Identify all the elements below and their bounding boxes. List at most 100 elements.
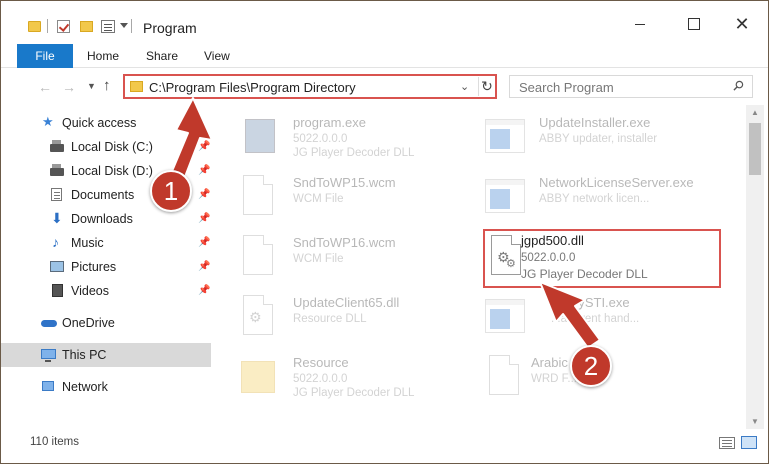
folder-icon (239, 355, 275, 399)
file-name: ...yySTI.exe (561, 295, 630, 310)
tab-file[interactable]: File (17, 44, 73, 68)
status-bar: 110 items (1, 431, 768, 455)
file-item[interactable]: UpdateInstaller.exe ABBY updater, instal… (465, 109, 715, 167)
folder-icon (130, 81, 143, 92)
file-name: NetworkLicenseServer.exe (539, 175, 694, 190)
file-description: JG Player Decoder DLL (293, 147, 415, 159)
file-name: Arabic (531, 355, 568, 370)
pin-icon[interactable]: 📌 (198, 237, 210, 248)
search-placeholder: Search Program (519, 80, 614, 95)
file-detail: ...ai event hand... (551, 313, 640, 325)
sidebar-item-quick-access[interactable]: ★ Quick access (1, 111, 211, 135)
file-item[interactable]: SndToWP15.wcm WCM File (219, 169, 469, 227)
properties-check-icon[interactable] (57, 20, 70, 33)
sidebar-item-this-pc[interactable]: This PC (1, 343, 211, 367)
search-box[interactable]: Search Program (509, 75, 753, 98)
up-arrow-icon[interactable]: ↑ (103, 77, 111, 94)
downloads-icon: ⬇ (51, 210, 63, 226)
refresh-icon[interactable]: ↻ (478, 77, 495, 96)
folder-icon (28, 21, 41, 32)
minimize-button[interactable] (617, 9, 663, 39)
sidebar-item-local-disk-c[interactable]: Local Disk (C:) 📌 (1, 135, 211, 159)
search-icon[interactable] (733, 80, 744, 91)
sidebar-item-videos[interactable]: Videos 📌 (1, 279, 211, 303)
address-path[interactable]: C:\Program Files\Program Directory (149, 80, 356, 95)
file-list: program.exe 5022.0.0.0 JG Player Decoder… (213, 105, 746, 429)
document-icon (239, 235, 275, 279)
document-icon (239, 175, 275, 219)
scroll-down-icon[interactable]: ▼ (751, 417, 759, 426)
new-folder-icon[interactable] (80, 21, 93, 32)
file-name: jgpd500.dll (521, 233, 584, 248)
pin-icon[interactable]: 📌 (198, 213, 210, 224)
pin-icon[interactable]: 📌 (198, 261, 210, 272)
recent-locations-chevron-icon[interactable]: ▼ (87, 81, 96, 91)
file-name: SndToWP16.wcm (293, 235, 396, 250)
address-bar[interactable]: C:\Program Files\Program Directory ⌄ ↻ (123, 74, 497, 99)
cloud-icon (41, 320, 57, 327)
address-dropdown-chevron-icon[interactable]: ⌄ (460, 80, 469, 93)
file-item[interactable]: Resource 5022.0.0.0 JG Player Decoder DL… (219, 349, 469, 407)
tab-home[interactable]: Home (87, 49, 119, 63)
forward-arrow-icon[interactable]: → (62, 79, 76, 95)
file-detail: ABBY updater, installer (539, 133, 658, 145)
pictures-icon (50, 261, 64, 272)
large-icons-view-icon[interactable] (741, 436, 757, 449)
scrollbar-thumb[interactable] (749, 123, 761, 175)
sidebar-item-label: This PC (62, 348, 107, 362)
details-view-icon[interactable] (719, 437, 735, 449)
pin-icon[interactable]: 📌 (198, 285, 210, 296)
document-icon (485, 355, 521, 399)
app-window-icon (485, 175, 525, 219)
item-count: 110 items (30, 436, 80, 448)
pin-icon[interactable]: 📌 (198, 189, 210, 200)
callout-step-1: 1 (150, 170, 192, 212)
file-description: JG Player Decoder DLL (293, 387, 415, 399)
pin-icon[interactable]: 📌 (198, 165, 210, 176)
divider (131, 19, 132, 33)
sidebar-item-label: Videos (71, 284, 109, 298)
sidebar-item-downloads[interactable]: ⬇ Downloads 📌 (1, 207, 211, 231)
file-item[interactable]: NetworkLicenseServer.exe ABBY network li… (465, 169, 715, 227)
drive-icon (50, 140, 64, 152)
file-item-jgpd500-dll[interactable]: ⚙ ⚙ jgpd500.dll 5022.0.0.0 JG Player Deco… (465, 229, 715, 287)
sidebar-item-label: Local Disk (D:) (71, 164, 153, 178)
file-name: UpdateInstaller.exe (539, 115, 651, 130)
vertical-scrollbar[interactable]: ▲ ▼ (746, 105, 764, 429)
window-title: Program (143, 20, 197, 36)
app-window-icon (485, 295, 525, 339)
sidebar-item-music[interactable]: ♪ Music 📌 (1, 231, 211, 255)
properties-icon[interactable] (101, 20, 115, 33)
navigation-bar: ← → ▼ ↑ C:\Program Files\Program Directo… (1, 70, 768, 102)
dll-gear-icon: ⚙ (239, 295, 275, 339)
sidebar-item-label: Network (62, 380, 108, 394)
scroll-up-icon[interactable]: ▲ (751, 108, 759, 117)
navigation-pane: ★ Quick access Local Disk (C:) 📌 Local D… (1, 105, 213, 429)
divider (47, 19, 48, 33)
close-button[interactable]: ✕ (719, 9, 765, 39)
file-detail: WCM File (293, 193, 344, 205)
file-item[interactable]: SndToWP16.wcm WCM File (219, 229, 469, 287)
customize-toolbar-chevron-icon[interactable] (120, 23, 128, 28)
dll-gear-icon: ⚙ ⚙ (487, 235, 523, 279)
file-detail: 5022.0.0.0 (293, 133, 348, 145)
ribbon-tabs: File Home Share View (1, 44, 768, 68)
tab-share[interactable]: Share (146, 49, 178, 63)
program-icon (239, 115, 275, 159)
music-icon: ♪ (52, 234, 59, 250)
pin-icon[interactable]: 📌 (198, 141, 210, 152)
file-item[interactable]: ⚙ UpdateClient65.dll Resource DLL (219, 289, 469, 347)
sidebar-item-label: Local Disk (C:) (71, 140, 153, 154)
sidebar-item-network[interactable]: Network (1, 375, 211, 399)
star-icon: ★ (42, 114, 54, 129)
sidebar-item-onedrive[interactable]: OneDrive (1, 311, 211, 335)
callout-step-2: 2 (570, 345, 612, 387)
file-detail: 5022.0.0.0 (293, 373, 348, 385)
tab-view[interactable]: View (204, 49, 230, 63)
file-description: JG Player Decoder DLL (521, 267, 648, 281)
file-item[interactable]: program.exe 5022.0.0.0 JG Player Decoder… (219, 109, 469, 167)
back-arrow-icon[interactable]: ← (38, 79, 52, 95)
file-item[interactable]: ...yySTI.exe ...ai event hand... (465, 289, 715, 347)
maximize-button[interactable] (671, 9, 717, 39)
sidebar-item-pictures[interactable]: Pictures 📌 (1, 255, 211, 279)
